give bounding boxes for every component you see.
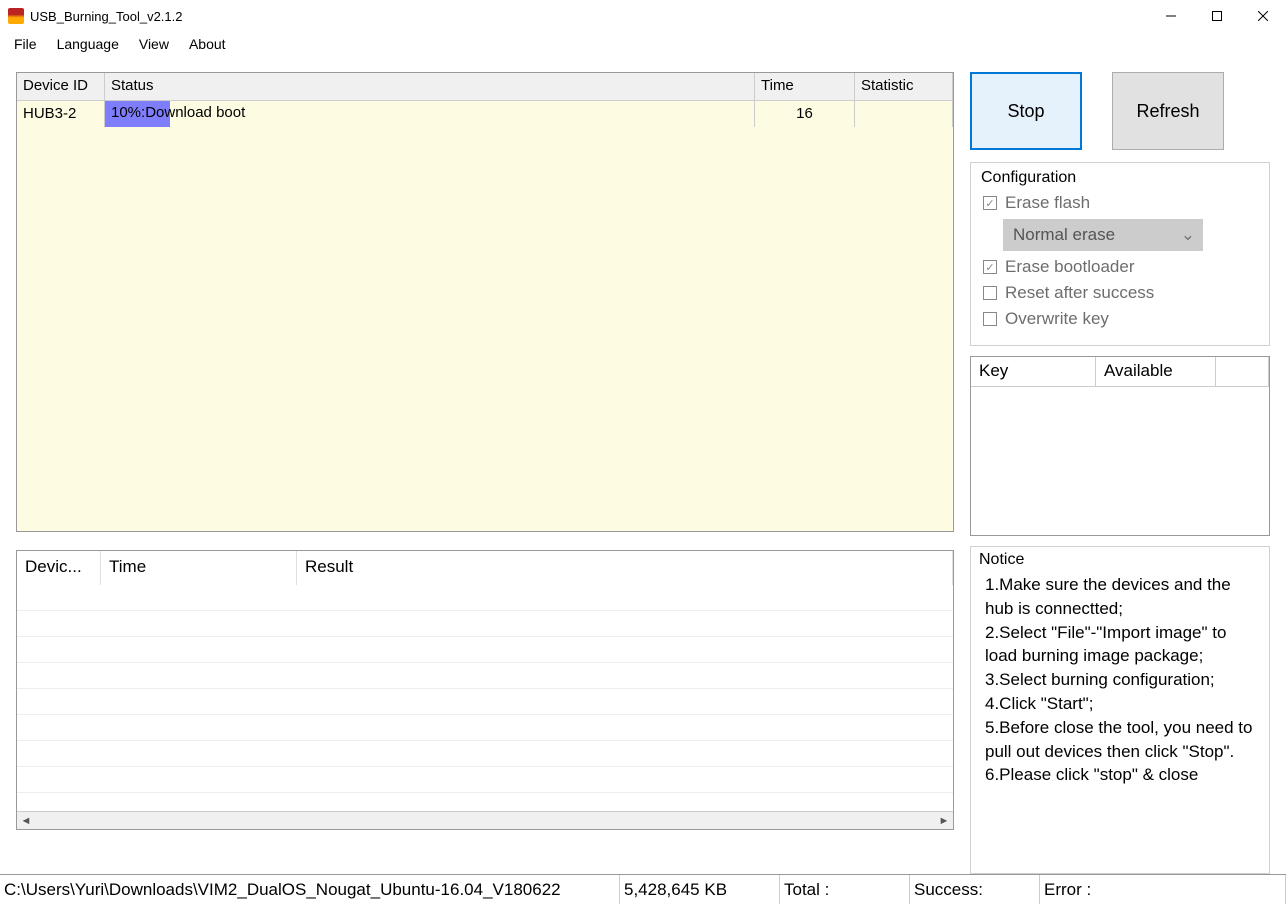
result-row [17,715,953,741]
menu-file[interactable]: File [4,34,47,54]
col-available[interactable]: Available [1096,357,1216,387]
notice-item: 3.Select burning configuration; [985,668,1261,692]
result-row [17,663,953,689]
menu-view[interactable]: View [129,34,179,54]
minimize-button[interactable] [1148,0,1194,32]
reset-after-row: Reset after success [983,283,1257,303]
col-time[interactable]: Time [755,73,855,100]
horizontal-scrollbar[interactable]: ◄ ► [17,811,953,829]
configuration-group: Configuration ✓ Erase flash Normal erase… [970,162,1270,346]
col-status[interactable]: Status [105,73,755,100]
device-stat-cell [855,101,953,127]
result-row [17,741,953,767]
notice-item: 2.Select "File"-"Import image" to load b… [985,621,1261,669]
result-row [17,637,953,663]
col-result-result[interactable]: Result [297,551,953,585]
status-path: C:\Users\Yuri\Downloads\VIM2_DualOS_Noug… [0,875,620,904]
progress-label: 10%:Download boot [111,104,245,121]
overwrite-key-label: Overwrite key [1005,309,1109,329]
configuration-title: Configuration [981,169,1259,187]
notice-list: 1.Make sure the devices and the hub is c… [979,573,1261,787]
erase-mode-select[interactable]: Normal erase [1003,219,1203,251]
erase-bootloader-row: ✓ Erase bootloader [983,257,1257,277]
col-result-device[interactable]: Devic... [17,551,101,585]
erase-flash-label: Erase flash [1005,193,1090,213]
result-table: Devic... Time Result ◄ ► [16,550,954,830]
notice-item: 4.Click "Start"; [985,692,1261,716]
device-id-cell: HUB3-2 [17,101,105,127]
result-row [17,767,953,793]
erase-flash-checkbox[interactable]: ✓ [983,196,997,210]
stop-button[interactable]: Stop [970,72,1082,150]
overwrite-key-row: Overwrite key [983,309,1257,329]
window-title: USB_Burning_Tool_v2.1.2 [30,9,183,24]
menu-language[interactable]: Language [47,34,129,54]
status-error: Error : [1040,875,1286,904]
status-total: Total : [780,875,910,904]
result-body [17,585,953,811]
notice-group: Notice 1.Make sure the devices and the h… [970,546,1270,874]
erase-bootloader-label: Erase bootloader [1005,257,1134,277]
scroll-left-icon[interactable]: ◄ [17,815,35,827]
menu-about[interactable]: About [179,34,236,54]
device-status-cell: 10%:Download boot [105,101,755,127]
scroll-right-icon[interactable]: ► [935,815,953,827]
overwrite-key-checkbox[interactable] [983,312,997,326]
statusbar: C:\Users\Yuri\Downloads\VIM2_DualOS_Noug… [0,874,1286,904]
notice-item: 6.Please click "stop" & close [985,763,1261,787]
status-success: Success: [910,875,1040,904]
key-table: Key Available [970,356,1270,536]
col-device-id[interactable]: Device ID [17,73,105,100]
col-key[interactable]: Key [971,357,1096,387]
titlebar: USB_Burning_Tool_v2.1.2 [0,0,1286,32]
col-key-extra [1216,357,1269,387]
notice-item: 5.Before close the tool, you need to pul… [985,716,1261,764]
result-row [17,689,953,715]
device-table: Device ID Status Time Statistic HUB3-2 1… [16,72,954,532]
menubar: File Language View About [0,32,1286,56]
refresh-button[interactable]: Refresh [1112,72,1224,150]
status-size: 5,428,645 KB [620,875,780,904]
result-header: Devic... Time Result [17,551,953,585]
notice-title: Notice [979,551,1261,569]
app-icon [8,8,24,24]
maximize-button[interactable] [1194,0,1240,32]
col-statistic[interactable]: Statistic [855,73,953,100]
erase-flash-row: ✓ Erase flash [983,193,1257,213]
device-table-header: Device ID Status Time Statistic [17,73,953,101]
device-time-cell: 16 [755,101,855,127]
erase-bootloader-checkbox[interactable]: ✓ [983,260,997,274]
close-button[interactable] [1240,0,1286,32]
device-row[interactable]: HUB3-2 10%:Download boot 16 [17,101,953,127]
window-controls [1148,0,1286,32]
col-result-time[interactable]: Time [101,551,297,585]
result-row [17,585,953,611]
result-row [17,611,953,637]
reset-after-label: Reset after success [1005,283,1154,303]
notice-item: 1.Make sure the devices and the hub is c… [985,573,1261,621]
reset-after-checkbox[interactable] [983,286,997,300]
